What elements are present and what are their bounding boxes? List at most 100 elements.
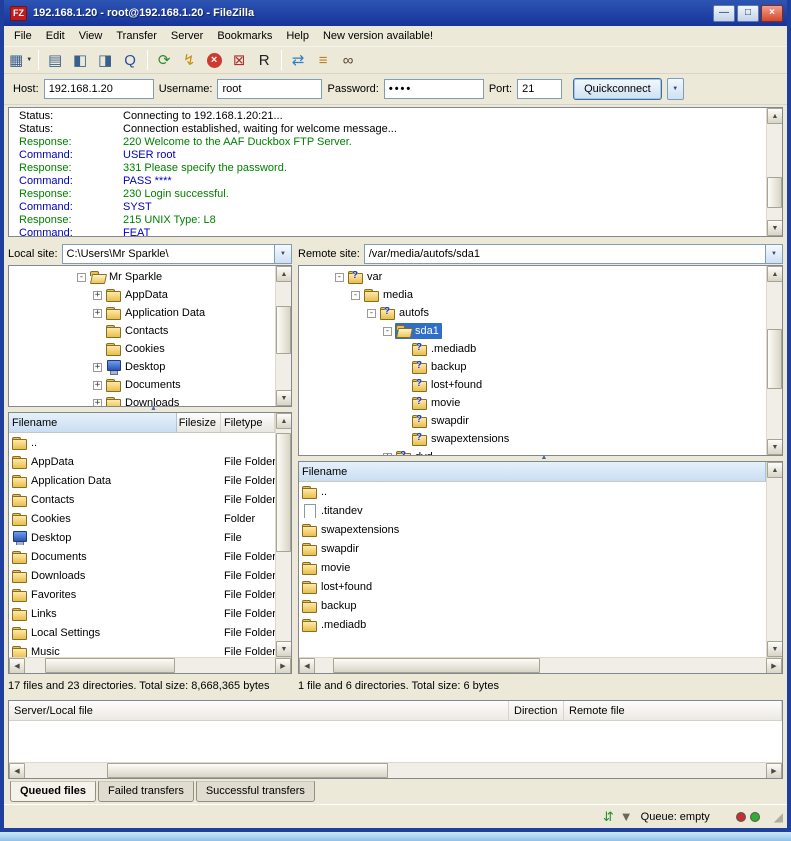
process-queue-button[interactable]: ↯: [177, 48, 201, 72]
scrollbar-track[interactable]: [276, 282, 291, 390]
tree-item-desktop[interactable]: +Desktop: [9, 358, 275, 376]
close-button[interactable]: ×: [761, 5, 783, 22]
column-header-filetype[interactable]: Filetype: [221, 413, 275, 432]
menu-item-file[interactable]: File: [7, 27, 39, 45]
tab-queued-files[interactable]: Queued files: [10, 781, 96, 802]
file-row[interactable]: .mediadb: [299, 615, 766, 634]
collapse-minus-icon[interactable]: -: [351, 291, 360, 300]
tree-item-downloads[interactable]: +Downloads: [9, 394, 275, 406]
file-row[interactable]: movie: [299, 558, 766, 577]
scrollbar-thumb[interactable]: [107, 763, 389, 778]
expand-plus-icon[interactable]: +: [383, 453, 392, 456]
host-input[interactable]: [44, 79, 154, 99]
toggle-queue-button[interactable]: Q: [118, 48, 142, 72]
scrollbar-thumb[interactable]: [276, 306, 291, 355]
tree-item-documents[interactable]: +Documents: [9, 376, 275, 394]
collapse-minus-icon[interactable]: -: [367, 309, 376, 318]
queue-list[interactable]: [9, 721, 782, 762]
file-row[interactable]: ..: [9, 433, 275, 452]
file-row[interactable]: backup: [299, 596, 766, 615]
quickconnect-dropdown-button[interactable]: ▼: [667, 78, 684, 100]
speed-limits-icon[interactable]: ⇵: [603, 810, 614, 823]
disconnect-button[interactable]: ⊠: [227, 48, 251, 72]
scroll-down-button[interactable]: ▼: [767, 220, 783, 236]
expand-plus-icon[interactable]: +: [93, 381, 102, 390]
scrollbar-track[interactable]: [25, 658, 275, 673]
collapse-minus-icon[interactable]: -: [335, 273, 344, 282]
collapse-minus-icon[interactable]: -: [77, 273, 86, 282]
menu-item-view[interactable]: View: [72, 27, 110, 45]
local-list-horizontal-scrollbar[interactable]: ◀ ▶: [9, 657, 291, 673]
remote-tree-scrollbar[interactable]: ▲ ▼: [766, 266, 782, 455]
refresh-button[interactable]: ⟳: [152, 48, 176, 72]
maximize-button[interactable]: □: [737, 5, 759, 22]
directory-comparison-button[interactable]: ≡: [311, 48, 335, 72]
remote-site-combo[interactable]: /var/media/autofs/sda1 ▼: [364, 244, 783, 264]
tree-item-lost-found[interactable]: ?lost+found: [299, 376, 766, 394]
queue-horizontal-scrollbar[interactable]: ◀ ▶: [9, 762, 782, 778]
file-row[interactable]: lost+found: [299, 577, 766, 596]
scrollbar-thumb[interactable]: [276, 433, 291, 552]
dropdown-arrow-icon[interactable]: ▼: [26, 57, 32, 63]
directory-listing-filter-icon[interactable]: ▼: [620, 810, 633, 823]
quickconnect-button[interactable]: Quickconnect: [573, 78, 662, 100]
file-row[interactable]: DesktopFile: [9, 528, 275, 547]
tab-successful-transfers[interactable]: Successful transfers: [196, 781, 315, 802]
scroll-up-button[interactable]: ▲: [767, 108, 783, 124]
tree-item-dvd[interactable]: +?dvd: [299, 448, 766, 455]
resize-grip[interactable]: ◢: [774, 810, 783, 824]
scrollbar-thumb[interactable]: [333, 658, 540, 673]
scroll-up-button[interactable]: ▲: [276, 413, 291, 429]
cancel-button[interactable]: ×: [202, 48, 226, 72]
combo-dropdown-icon[interactable]: ▼: [765, 245, 782, 263]
menu-item-new-version-available[interactable]: New version available!: [316, 27, 440, 45]
file-row[interactable]: Application DataFile Folder: [9, 471, 275, 490]
menu-item-edit[interactable]: Edit: [39, 27, 72, 45]
scrollbar-track[interactable]: [767, 124, 782, 220]
expand-plus-icon[interactable]: +: [93, 309, 102, 318]
username-input[interactable]: [217, 79, 322, 99]
scroll-down-button[interactable]: ▼: [276, 641, 291, 657]
tree-item-media[interactable]: -media: [299, 286, 766, 304]
scrollbar-track[interactable]: [767, 282, 782, 439]
file-row[interactable]: Local SettingsFile Folder: [9, 623, 275, 642]
column-header-filename[interactable]: Filename: [9, 413, 177, 432]
file-row[interactable]: ContactsFile Folder: [9, 490, 275, 509]
remote-list-scrollbar[interactable]: ▲ ▼: [766, 462, 782, 657]
tree-item-contacts[interactable]: Contacts: [9, 322, 275, 340]
tab-failed-transfers[interactable]: Failed transfers: [98, 781, 194, 802]
tree-item-mr-sparkle[interactable]: -Mr Sparkle: [9, 268, 275, 286]
file-row[interactable]: CookiesFolder: [9, 509, 275, 528]
column-header-filename[interactable]: Filename: [299, 462, 766, 481]
file-row[interactable]: DocumentsFile Folder: [9, 547, 275, 566]
column-header-filesize[interactable]: Filesize: [177, 413, 221, 432]
tree-item-movie[interactable]: ?movie: [299, 394, 766, 412]
local-site-combo[interactable]: C:\Users\Mr Sparkle\ ▼: [62, 244, 292, 264]
message-log-scrollbar[interactable]: ▲ ▼: [766, 108, 782, 236]
file-row[interactable]: ..: [299, 482, 766, 501]
tree-item-mediadb[interactable]: ?.mediadb: [299, 340, 766, 358]
scroll-down-button[interactable]: ▼: [767, 439, 783, 455]
tree-item-sda1[interactable]: -sda1: [299, 322, 766, 340]
file-row[interactable]: AppDataFile Folder: [9, 452, 275, 471]
file-row[interactable]: DownloadsFile Folder: [9, 566, 275, 585]
tree-item-var[interactable]: -?var: [299, 268, 766, 286]
scroll-left-button[interactable]: ◀: [299, 658, 315, 674]
site-manager-button[interactable]: ▦▼: [8, 48, 33, 72]
expand-plus-icon[interactable]: +: [93, 399, 102, 407]
remote-pane-splitter[interactable]: ▲: [298, 456, 783, 461]
tree-item-application-data[interactable]: +Application Data: [9, 304, 275, 322]
scrollbar-thumb[interactable]: [767, 177, 782, 208]
menu-item-server[interactable]: Server: [164, 27, 210, 45]
tree-item-swapextensions[interactable]: ?swapextensions: [299, 430, 766, 448]
file-row[interactable]: swapextensions: [299, 520, 766, 539]
scrollbar-thumb[interactable]: [45, 658, 175, 673]
scrollbar-track[interactable]: [767, 478, 782, 641]
menu-item-bookmarks[interactable]: Bookmarks: [210, 27, 279, 45]
scroll-down-button[interactable]: ▼: [767, 641, 782, 657]
scroll-right-button[interactable]: ▶: [766, 658, 782, 674]
find-files-button[interactable]: ∞: [336, 48, 360, 72]
scroll-up-button[interactable]: ▲: [767, 266, 783, 282]
file-row[interactable]: FavoritesFile Folder: [9, 585, 275, 604]
scrollbar-track[interactable]: [25, 763, 766, 778]
